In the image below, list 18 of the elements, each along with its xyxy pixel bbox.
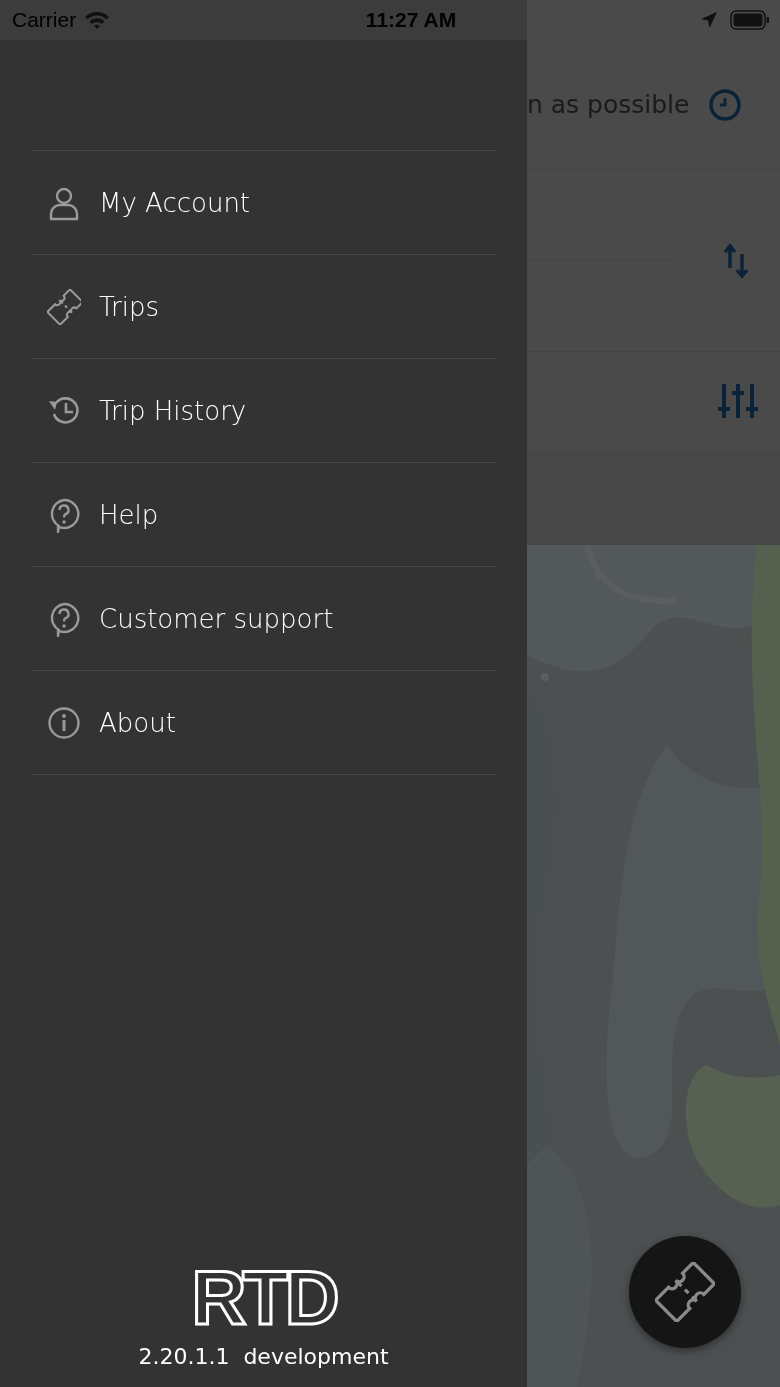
battery-icon <box>730 10 770 30</box>
menu-item[interactable]: Help <box>31 463 497 567</box>
wifi-icon <box>84 11 111 29</box>
menu-item[interactable]: Trip History <box>31 359 497 463</box>
ticket-icon <box>47 288 81 325</box>
clock-icon[interactable] <box>708 87 742 122</box>
clock-time: 11:27 AM <box>365 8 457 32</box>
location-arrow-icon <box>700 11 718 29</box>
menu-item[interactable]: Customer support <box>31 567 497 671</box>
menu-item[interactable]: My Account <box>31 151 497 255</box>
menu-item[interactable]: Trips <box>31 255 497 359</box>
filter-sliders-icon[interactable] <box>716 382 760 420</box>
carrier-label: Carrier <box>12 8 77 32</box>
info-icon <box>47 704 81 741</box>
version-label: 2.20.1.1 development <box>138 1344 389 1369</box>
logo: RTD <box>191 1260 336 1336</box>
menu-item[interactable]: About <box>31 671 497 775</box>
ticket-icon <box>655 1262 715 1322</box>
